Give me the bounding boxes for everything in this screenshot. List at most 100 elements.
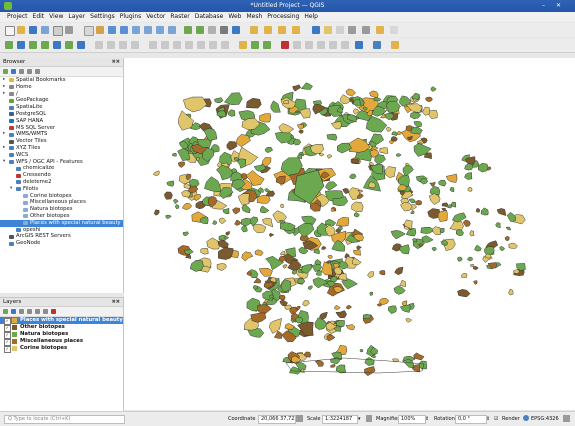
- expand-arrow-icon[interactable]: ▸: [3, 84, 5, 91]
- copy-features-icon[interactable]: [185, 41, 193, 49]
- layer-item[interactable]: ✓ Natura biotopes: [0, 331, 123, 339]
- zoom-next-icon[interactable]: [196, 26, 204, 34]
- add-delimited-text-icon[interactable]: [29, 41, 37, 49]
- diagram-icon[interactable]: [281, 41, 289, 49]
- map-canvas[interactable]: [124, 58, 575, 410]
- browser-item[interactable]: ▸ Spatial Bookmarks: [0, 77, 123, 84]
- manage-visibility-icon[interactable]: [19, 309, 24, 314]
- layer-item[interactable]: ✓ Places with special natural beauty: [0, 317, 123, 325]
- add-raster-layer-icon[interactable]: [17, 41, 25, 49]
- properties-icon[interactable]: [35, 69, 40, 74]
- zoom-selection-icon[interactable]: [144, 26, 152, 34]
- browser-item[interactable]: Other biotopes: [0, 213, 123, 220]
- scale-dropdown-icon[interactable]: ▾: [358, 415, 361, 423]
- layer-visibility-checkbox[interactable]: ✓: [4, 346, 11, 353]
- identify-features-icon[interactable]: [250, 26, 258, 34]
- collapse-legend-icon[interactable]: [43, 309, 48, 314]
- label-toolbar-icon[interactable]: [239, 41, 247, 49]
- add-spatialite-icon[interactable]: [41, 41, 49, 49]
- layer-item[interactable]: ✓ Other biotopes: [0, 324, 123, 332]
- browser-item[interactable]: opeshi: [0, 227, 123, 234]
- measure-icon[interactable]: [348, 26, 356, 34]
- refresh-icon[interactable]: [232, 26, 240, 34]
- crs-label[interactable]: EPSG:4326: [531, 415, 559, 423]
- pan-to-selection-icon[interactable]: [96, 26, 104, 34]
- browser-item[interactable]: ▾ Filotis: [0, 186, 123, 193]
- magnifier-stepper-icon[interactable]: ⇕: [425, 415, 429, 423]
- menu-layer[interactable]: Layer: [68, 12, 85, 22]
- browser-item[interactable]: GeoNode: [0, 240, 123, 247]
- expand-arrow-icon[interactable]: ▸: [3, 77, 5, 84]
- expand-arrow-icon[interactable]: ▸: [3, 145, 5, 152]
- more-tools-icon[interactable]: [390, 26, 398, 34]
- scale-field[interactable]: 1:3224187: [322, 415, 358, 424]
- current-edits-icon[interactable]: [95, 41, 103, 49]
- browser-item[interactable]: WCS: [0, 152, 123, 159]
- vertex-tool-icon[interactable]: [149, 41, 157, 49]
- browser-item[interactable]: ArcGIS REST Servers: [0, 233, 123, 240]
- messages-icon[interactable]: [563, 415, 570, 422]
- browser-item[interactable]: SAP HANA: [0, 118, 123, 125]
- crs-globe-icon[interactable]: [523, 415, 529, 421]
- menu-help[interactable]: Help: [304, 12, 318, 22]
- menu-raster[interactable]: Raster: [170, 12, 189, 22]
- add-wfs-icon[interactable]: [77, 41, 85, 49]
- new-map-view-icon[interactable]: [208, 26, 216, 34]
- paste-features-icon[interactable]: [197, 41, 205, 49]
- close-icon[interactable]: ✕: [556, 2, 561, 9]
- expand-arrow-icon[interactable]: ▾: [10, 186, 12, 193]
- browser-item[interactable]: MS SQL Server: [0, 125, 123, 132]
- rotation-stepper-icon[interactable]: ⇕: [486, 415, 490, 423]
- expand-arrow-icon[interactable]: ▾: [3, 159, 5, 166]
- menu-edit[interactable]: Edit: [33, 12, 45, 22]
- save-project-icon[interactable]: [29, 26, 37, 34]
- add-wms-icon[interactable]: [65, 41, 73, 49]
- toggle-extents-icon[interactable]: [296, 415, 303, 422]
- add-vector-layer-icon[interactable]: [5, 41, 13, 49]
- globe-icon[interactable]: [373, 41, 381, 49]
- delete-selected-icon[interactable]: [161, 41, 169, 49]
- save-as-icon[interactable]: [41, 26, 49, 34]
- browser-item[interactable]: Miscellaneous places: [0, 199, 123, 206]
- browser-item[interactable]: GeoPackage: [0, 97, 123, 104]
- label-move-icon[interactable]: [293, 41, 301, 49]
- menu-web[interactable]: Web: [228, 12, 241, 22]
- refresh-browser-icon[interactable]: [11, 69, 16, 74]
- label-change-icon[interactable]: [317, 41, 325, 49]
- menu-vector[interactable]: Vector: [146, 12, 165, 22]
- add-group-icon[interactable]: [11, 309, 16, 314]
- field-calculator-icon[interactable]: [292, 26, 300, 34]
- python-console-icon[interactable]: [355, 41, 363, 49]
- panel-close-icon[interactable]: ✖✖: [112, 58, 120, 66]
- menu-processing[interactable]: Processing: [267, 12, 299, 22]
- expand-arrow-icon[interactable]: ▸: [3, 131, 5, 138]
- filter-legend-icon[interactable]: [27, 309, 32, 314]
- annotation-icon[interactable]: [376, 26, 384, 34]
- zoom-out-icon[interactable]: [120, 26, 128, 34]
- label-pin-2-icon[interactable]: [329, 41, 337, 49]
- greece-biotopes-map[interactable]: [124, 58, 575, 410]
- browser-item[interactable]: ▾ WFS / OGC API - Features: [0, 159, 123, 166]
- browser-item[interactable]: SpatiaLite: [0, 104, 123, 111]
- deselect-icon[interactable]: [278, 26, 286, 34]
- pan-map-icon[interactable]: [84, 26, 94, 36]
- new-project-icon[interactable]: [5, 26, 15, 36]
- zoom-layer-icon[interactable]: [156, 26, 164, 34]
- menu-view[interactable]: View: [49, 12, 63, 22]
- minimize-icon[interactable]: –: [542, 2, 545, 9]
- magnifier-field[interactable]: 100%: [398, 415, 426, 424]
- map-tips-icon[interactable]: [362, 26, 370, 34]
- coordinate-field[interactable]: 20,066 37,722: [258, 415, 296, 424]
- filter-browser-icon[interactable]: [19, 69, 24, 74]
- locator-search-input[interactable]: Q Type to locate (Ctrl+K): [4, 415, 125, 424]
- zoom-full-icon[interactable]: [132, 26, 140, 34]
- label-show-icon[interactable]: [263, 41, 271, 49]
- layout-manager-icon[interactable]: [65, 26, 73, 34]
- zoom-in-icon[interactable]: [108, 26, 116, 34]
- menu-settings[interactable]: Settings: [90, 12, 115, 22]
- collapse-all-icon[interactable]: [27, 69, 32, 74]
- label-pin-icon[interactable]: [251, 41, 259, 49]
- layer-item[interactable]: ✓ Miscellaneous places: [0, 338, 123, 346]
- render-checkbox[interactable]: ☑: [494, 415, 498, 423]
- browser-item[interactable]: ▸ Home: [0, 84, 123, 91]
